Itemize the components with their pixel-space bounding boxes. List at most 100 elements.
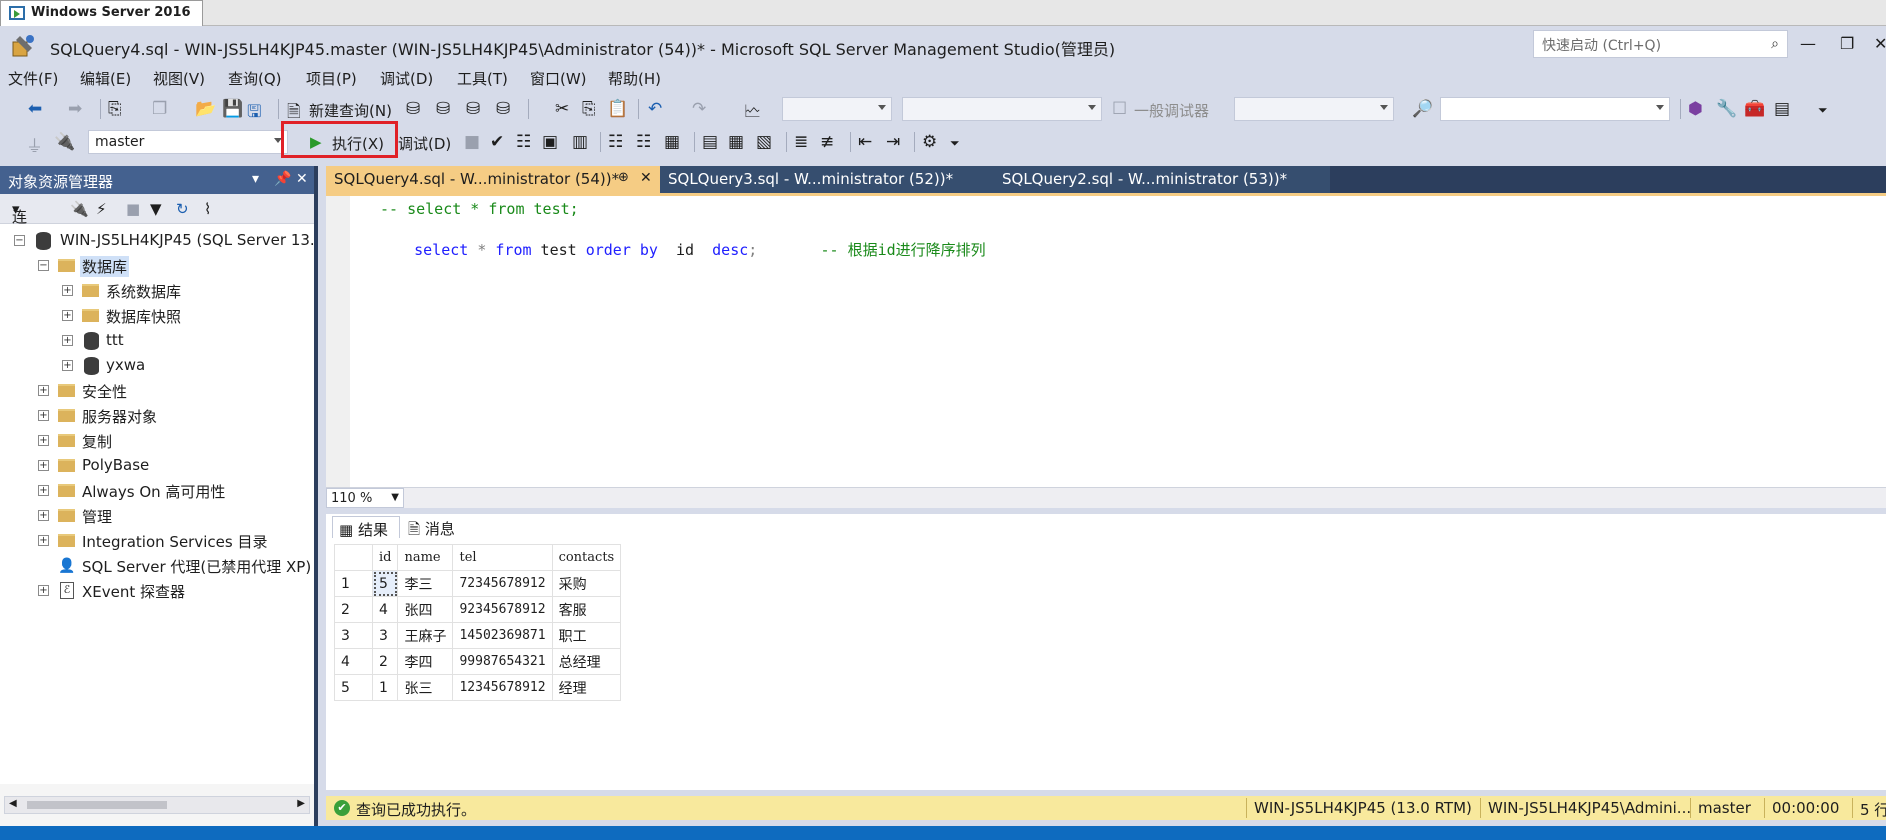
scroll-left-icon[interactable]: ◀ xyxy=(9,798,17,809)
cell-name[interactable]: 张四 xyxy=(397,596,454,623)
cut-icon[interactable]: ✂ xyxy=(555,99,569,119)
add-item-icon[interactable]: ❐ xyxy=(152,99,167,119)
expand-icon[interactable]: + xyxy=(38,460,49,471)
cell-id[interactable]: 1 xyxy=(371,674,399,701)
menu-window[interactable]: 窗口(W) xyxy=(530,68,587,89)
cell-tel[interactable]: 99987654321 xyxy=(452,648,553,675)
tab-messages[interactable]: 🗎 消息 xyxy=(402,516,474,538)
expand-icon[interactable]: + xyxy=(62,310,73,321)
menu-view[interactable]: 视图(V) xyxy=(153,68,205,89)
table-row[interactable]: 1 5 李三 72345678912 采购 xyxy=(334,570,622,597)
xmla-query-icon[interactable]: ⛁ xyxy=(466,99,480,119)
minimize-button[interactable]: — xyxy=(1800,34,1816,53)
expand-icon[interactable]: + xyxy=(62,285,73,296)
cell-id[interactable]: 2 xyxy=(371,648,399,675)
row-number[interactable]: 3 xyxy=(334,622,373,649)
menu-file[interactable]: 文件(F) xyxy=(8,68,58,89)
toolbox-icon[interactable]: 🧰 xyxy=(1744,99,1765,119)
results-to-grid-icon[interactable]: ▦ xyxy=(728,132,744,152)
row-number[interactable]: 2 xyxy=(334,596,373,623)
tab-sqlquery3[interactable]: SQLQuery3.sql - W...ministrator (52))* xyxy=(660,166,992,193)
toolbar2-overflow-icon[interactable]: ⏷ xyxy=(950,136,960,151)
display-plan-icon[interactable]: ☷ xyxy=(516,132,531,152)
database-combo[interactable]: master xyxy=(88,130,288,154)
cell-name[interactable]: 李四 xyxy=(397,648,454,675)
expand-icon[interactable]: + xyxy=(38,410,49,421)
column-header[interactable]: contacts xyxy=(551,544,622,571)
collapse-icon[interactable]: − xyxy=(14,235,25,246)
disconnect-icon[interactable]: ⚡ xyxy=(96,200,107,218)
mdx-query-icon[interactable]: ⛁ xyxy=(406,99,420,119)
copy-icon[interactable]: ⎘ xyxy=(582,99,596,119)
cell-id[interactable]: 3 xyxy=(371,622,399,649)
zoom-combo[interactable]: 110 % ▼ xyxy=(326,488,404,508)
solution-config-combo[interactable] xyxy=(782,97,892,121)
debug-button[interactable]: 调试(D) xyxy=(398,133,451,154)
find-in-files-icon[interactable]: 🔎 xyxy=(1412,99,1433,119)
panel-menu-icon[interactable]: ▾ xyxy=(252,171,259,187)
uncomment-icon[interactable]: ≢ xyxy=(820,132,834,152)
cell-name[interactable]: 张三 xyxy=(397,674,454,701)
table-row[interactable]: 2 4 张四 92345678912 客服 xyxy=(334,596,622,623)
generic-debugger-button[interactable]: 一般调试器 xyxy=(1134,100,1209,121)
query-editor[interactable]: -- select * from test; select * from tes… xyxy=(326,193,1886,487)
cell-tel[interactable]: 12345678912 xyxy=(452,674,553,701)
window-layout-icon[interactable]: ▤ xyxy=(1774,99,1790,119)
stop-icon[interactable]: ■ xyxy=(126,200,140,218)
tab-pin-icon[interactable]: ⊕ xyxy=(618,170,629,185)
cell-tel[interactable]: 72345678912 xyxy=(452,570,553,597)
cell-tel[interactable]: 14502369871 xyxy=(452,622,553,649)
menu-debug[interactable]: 调试(D) xyxy=(380,68,433,89)
change-connection-icon[interactable]: 🔌 xyxy=(54,132,75,152)
expand-icon[interactable]: + xyxy=(38,435,49,446)
results-to-file-icon[interactable]: ▥ xyxy=(572,132,588,152)
restore-button[interactable]: ❐ xyxy=(1840,34,1854,53)
connect-plug-icon[interactable]: 🔌 xyxy=(70,200,89,218)
cell-tel[interactable]: 92345678912 xyxy=(452,596,553,623)
table-row[interactable]: 5 1 张三 12345678912 经理 xyxy=(334,674,622,701)
results-grid[interactable]: id name tel contacts 1 5 李三 72345678912 … xyxy=(334,544,622,701)
paste-icon[interactable]: 📋 xyxy=(607,99,628,119)
expand-icon[interactable]: + xyxy=(38,510,49,521)
scroll-right-icon[interactable]: ▶ xyxy=(297,798,305,809)
redo-icon[interactable]: ↷ xyxy=(692,99,706,119)
vm-tab[interactable]: Windows Server 2016 xyxy=(0,0,203,26)
menu-help[interactable]: 帮助(H) xyxy=(608,68,661,89)
row-number[interactable]: 4 xyxy=(334,648,373,675)
decrease-indent-icon[interactable]: ⇤ xyxy=(858,132,872,152)
expand-icon[interactable]: + xyxy=(38,485,49,496)
row-number[interactable]: 1 xyxy=(334,570,373,597)
panel-close-icon[interactable]: ✕ xyxy=(296,171,308,187)
save-all-icon[interactable]: 🖫 xyxy=(247,99,261,128)
scroll-thumb[interactable] xyxy=(27,801,167,809)
tab-sqlquery2[interactable]: SQLQuery2.sql - W...ministrator (53))* xyxy=(992,166,1330,193)
cell-id[interactable]: 4 xyxy=(371,596,399,623)
expand-icon[interactable]: + xyxy=(38,385,49,396)
column-header[interactable]: tel xyxy=(452,544,553,571)
tab-results[interactable]: ▦ 结果 xyxy=(332,516,400,539)
cancel-query-icon[interactable]: ■ xyxy=(464,132,480,152)
menu-tools[interactable]: 工具(T) xyxy=(457,68,508,89)
menu-project[interactable]: 项目(P) xyxy=(306,68,357,89)
back-icon[interactable]: ⬅ xyxy=(28,99,42,119)
connect-icon[interactable]: ⏚ xyxy=(26,132,43,157)
client-stats-icon[interactable]: ▦ xyxy=(664,132,680,152)
menu-query[interactable]: 查询(Q) xyxy=(228,68,282,89)
tab-close-icon[interactable]: ✕ xyxy=(640,170,652,186)
cell-contacts[interactable]: 职工 xyxy=(551,622,622,649)
save-icon[interactable]: 💾 xyxy=(222,99,243,119)
results-to-text-icon[interactable]: ▤ xyxy=(702,132,718,152)
include-plan-icon[interactable]: ☷ xyxy=(608,132,623,152)
platform-combo[interactable] xyxy=(902,97,1102,121)
cell-contacts[interactable]: 采购 xyxy=(551,570,622,597)
menu-edit[interactable]: 编辑(E) xyxy=(80,68,131,89)
activity-icon[interactable]: ⌇ xyxy=(204,200,211,218)
expand-icon[interactable]: + xyxy=(38,585,49,596)
tab-sqlquery4[interactable]: SQLQuery4.sql - W...ministrator (54))* ⊕… xyxy=(326,166,660,193)
undo-icon[interactable]: ↶ xyxy=(648,99,662,119)
close-button[interactable]: ✕ xyxy=(1874,34,1886,53)
column-header[interactable]: name xyxy=(397,544,454,571)
cell-contacts[interactable]: 客服 xyxy=(551,596,622,623)
connect-button[interactable]: 连接 ▾ xyxy=(12,200,27,247)
collapse-icon[interactable]: − xyxy=(38,260,49,271)
